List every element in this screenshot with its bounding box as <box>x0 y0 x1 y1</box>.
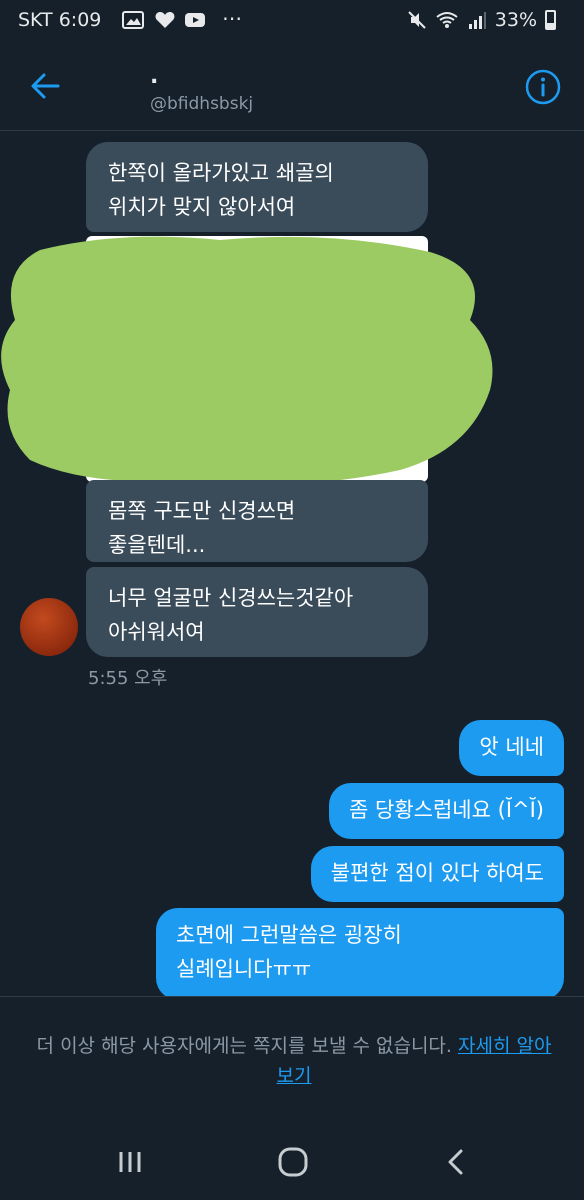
signal-icon <box>468 12 486 29</box>
recent-apps-icon[interactable] <box>110 1142 150 1182</box>
clock-label: 6:09 <box>58 9 102 31</box>
message-text: 너무 얼굴만 신경쓰는것같아 아쉬워서여 <box>108 586 354 644</box>
battery-percent: 33% <box>494 9 537 31</box>
home-icon[interactable] <box>273 1142 313 1182</box>
message-text: 몸쪽 구도만 신경쓰면 좋을텐데... <box>108 499 296 557</box>
info-icon[interactable] <box>524 68 562 106</box>
mute-icon <box>408 11 426 29</box>
status-bar: SKT 6:09 ⋯ 33% <box>0 0 584 44</box>
conversation-header: . @bfidhsbskj <box>0 44 584 131</box>
redaction-scribble <box>1 236 493 485</box>
wifi-icon <box>436 12 458 28</box>
overflow-dots: ⋯ <box>222 6 242 30</box>
conversation-name[interactable]: . <box>150 64 158 89</box>
message-text: 좀 당황스럽네요 (Ĭ^Ĭ) <box>349 798 544 822</box>
avatar[interactable] <box>20 598 78 656</box>
conversation-handle[interactable]: @bfidhsbskj <box>150 94 253 114</box>
dm-disabled-footer: 더 이상 해당 사용자에게는 쪽지를 보낼 수 없습니다. 자세히 알아보기 <box>0 997 584 1122</box>
incoming-message[interactable]: 몸쪽 구도만 신경쓰면 좋을텐데... <box>86 480 428 562</box>
status-right: 33% <box>407 9 556 31</box>
notice-text: 더 이상 해당 사용자에게는 쪽지를 보낼 수 없습니다. <box>36 1035 452 1057</box>
message-text: 앗 네네 <box>479 735 544 759</box>
system-nav-bar <box>0 1122 584 1200</box>
back-arrow-icon[interactable] <box>24 66 68 106</box>
message-text: 한쪽이 올라가있고 쇄골의 위치가 맞지 않아서여 <box>108 161 334 219</box>
outgoing-message[interactable]: 앗 네네 <box>459 720 564 776</box>
footer-notice: 더 이상 해당 사용자에게는 쪽지를 보낼 수 없습니다. 자세히 알아보기 <box>28 1031 560 1091</box>
youtube-icon <box>185 13 205 27</box>
message-text: 불편한 점이 있다 하여도 <box>330 861 544 885</box>
carrier-label: SKT <box>18 9 53 31</box>
incoming-message[interactable]: 한쪽이 올라가있고 쇄골의 위치가 맞지 않아서여 <box>86 142 428 232</box>
outgoing-message[interactable]: 초면에 그런말씀은 굉장히 실례입니다ㅠㅠ <box>156 908 564 1000</box>
battery-icon <box>545 10 556 30</box>
incoming-message[interactable]: 너무 얼굴만 신경쓰는것같아 아쉬워서여 <box>86 567 428 657</box>
message-text: 초면에 그런말씀은 굉장히 실례입니다ㅠㅠ <box>176 923 402 981</box>
message-timestamp: 5:55 오후 <box>88 668 168 689</box>
outgoing-message[interactable]: 불편한 점이 있다 하여도 <box>310 846 564 902</box>
back-nav-icon[interactable] <box>437 1142 477 1182</box>
outgoing-message[interactable]: 좀 당황스럽네요 (Ĭ^Ĭ) <box>329 783 564 839</box>
carrier-time: SKT 6:09 <box>18 9 101 31</box>
gallery-icon <box>122 11 144 29</box>
heart-icon <box>155 12 175 28</box>
